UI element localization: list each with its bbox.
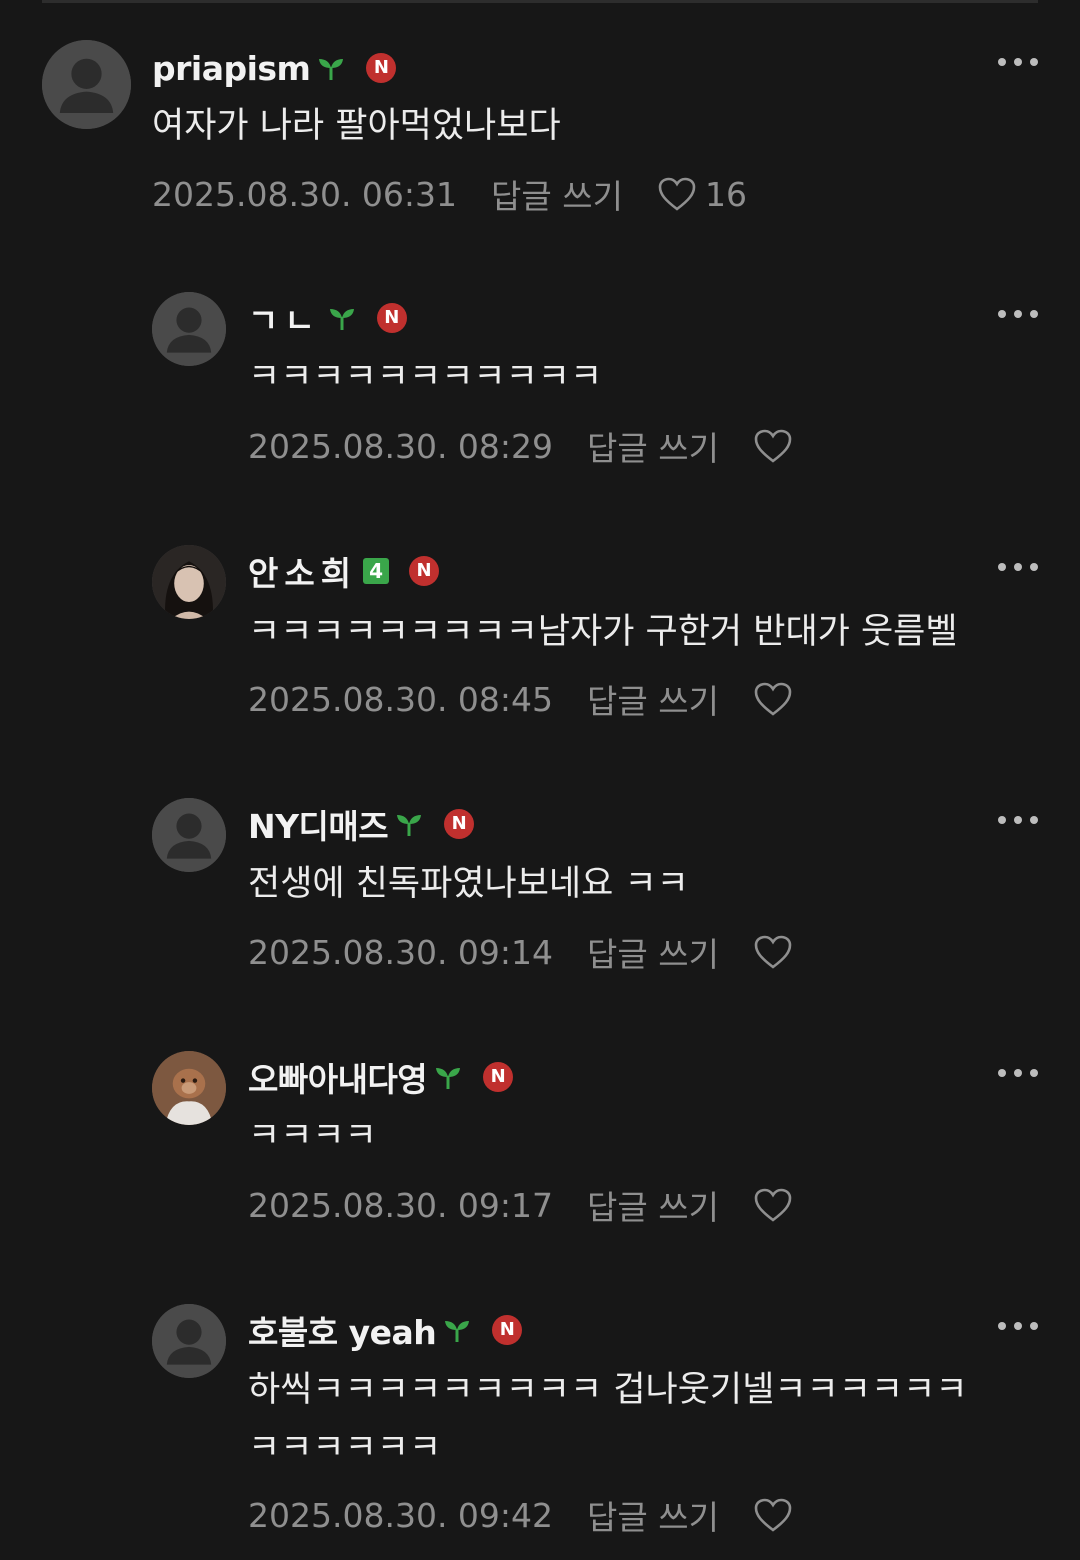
avatar[interactable] [152, 798, 226, 872]
more-options-icon[interactable] [998, 308, 1038, 320]
more-options-icon[interactable] [998, 1067, 1038, 1079]
sprout-icon [445, 1321, 470, 1342]
comment-text-line: 하씩ㅋㅋㅋㅋㅋㅋㅋㅋㅋ 겁나웃기넬ㅋㅋㅋㅋㅋㅋ [248, 1370, 968, 1410]
top-divider [42, 0, 1038, 3]
new-badge: N [492, 1315, 523, 1345]
more-options-icon[interactable] [998, 56, 1038, 68]
new-badge: N [366, 53, 397, 83]
avatar[interactable] [152, 1051, 226, 1125]
default-avatar-icon [152, 1304, 226, 1378]
new-badge: N [409, 556, 440, 586]
author-name[interactable]: 호불호 yeah [248, 1306, 437, 1354]
comment-header: 호불호 yeah N [248, 1306, 523, 1354]
default-avatar-icon [152, 798, 226, 872]
sprout-icon [319, 59, 344, 80]
timestamp: 2025.08.30. 06:31 [152, 174, 458, 214]
default-avatar-icon [42, 40, 131, 129]
like-button[interactable]: 16 [657, 175, 747, 214]
new-badge: N [376, 303, 407, 333]
timestamp: 2025.08.30. 08:45 [248, 679, 554, 719]
heart-icon [658, 177, 696, 211]
new-badge: N [444, 809, 475, 839]
comment-meta: 2025.08.30. 09:42 답글 쓰기 [248, 1493, 793, 1537]
more-options-icon[interactable] [998, 561, 1038, 573]
more-options-icon[interactable] [998, 814, 1038, 826]
like-button[interactable] [753, 428, 793, 464]
like-button[interactable] [753, 934, 793, 970]
avatar[interactable] [152, 292, 226, 366]
heart-icon [754, 935, 792, 969]
reply-button[interactable]: 답글 쓰기 [587, 422, 719, 470]
heart-icon [754, 1188, 792, 1222]
profile-photo-icon [152, 1051, 226, 1125]
author-name[interactable]: 오빠아내다영 [248, 1053, 428, 1101]
timestamp: 2025.08.30. 09:17 [248, 1185, 554, 1225]
comment-text: ㅋㅋㅋㅋ [248, 1107, 377, 1165]
profile-photo-icon [152, 545, 226, 619]
comment-meta: 2025.08.30. 09:14 답글 쓰기 [248, 930, 793, 974]
comment-text: 전생에 친독파였나보네요 ㅋㅋ [248, 855, 689, 913]
comment-header: ㄱㄴ N [248, 296, 407, 340]
comment-text-line: ㅋㅋㅋㅋㅋㅋ [248, 1428, 442, 1468]
comment-header: NY디매즈 N [248, 800, 475, 848]
comment-text-line: ㅋㅋㅋㅋㅋㅋㅋㅋㅋㅋㅋ [248, 357, 603, 397]
like-button[interactable] [753, 1187, 793, 1223]
timestamp: 2025.08.30. 08:29 [248, 426, 554, 466]
reply-button[interactable]: 답글 쓰기 [491, 170, 623, 218]
author-name[interactable]: ㄱㄴ [248, 294, 321, 342]
heart-icon [754, 429, 792, 463]
level-badge: 4 [363, 558, 390, 584]
more-options-icon[interactable] [998, 1320, 1038, 1332]
comment-meta: 2025.08.30. 08:45 답글 쓰기 [248, 677, 793, 721]
comment-header: 안소희 4 N [248, 547, 440, 595]
comment-meta: 2025.08.30. 06:31 답글 쓰기 16 [152, 170, 747, 218]
comment-text: 여자가 나라 팔아먹었나보다 [152, 97, 561, 155]
reply-button[interactable]: 답글 쓰기 [587, 675, 719, 723]
comment-text: 하씩ㅋㅋㅋㅋㅋㅋㅋㅋㅋ 겁나웃기넬ㅋㅋㅋㅋㅋㅋ ㅋㅋㅋㅋㅋㅋ [248, 1361, 968, 1477]
author-name[interactable]: NY디매즈 [248, 800, 389, 848]
new-badge: N [483, 1062, 514, 1092]
sprout-icon [436, 1068, 461, 1089]
comment-text: ㅋㅋㅋㅋㅋㅋㅋㅋㅋㅋㅋ [248, 348, 602, 406]
comment-header: 오빠아내다영 N [248, 1053, 514, 1101]
timestamp: 2025.08.30. 09:14 [248, 932, 554, 972]
reply-button[interactable]: 답글 쓰기 [587, 928, 719, 976]
reply-button[interactable]: 답글 쓰기 [587, 1491, 719, 1539]
comment-text-line: ㅋㅋㅋㅋ [248, 1116, 377, 1156]
avatar[interactable] [152, 1304, 226, 1378]
heart-icon [754, 1498, 792, 1532]
comment-text: ㅋㅋㅋㅋㅋㅋㅋㅋㅋ남자가 구한거 반대가 웃름벨 [248, 603, 958, 661]
like-button[interactable] [753, 1497, 793, 1533]
avatar[interactable] [42, 40, 131, 129]
comment-meta: 2025.08.30. 09:17 답글 쓰기 [248, 1183, 793, 1227]
heart-icon [754, 682, 792, 716]
timestamp: 2025.08.30. 09:42 [248, 1495, 554, 1535]
sprout-icon [397, 815, 422, 836]
author-name[interactable]: 안소희 [248, 547, 357, 595]
avatar[interactable] [152, 545, 226, 619]
default-avatar-icon [152, 292, 226, 366]
author-name[interactable]: priapism [152, 49, 311, 88]
comment-text-line: 전생에 친독파였나보네요 ㅋㅋ [248, 864, 689, 904]
sprout-icon [329, 309, 354, 330]
comment-meta: 2025.08.30. 08:29 답글 쓰기 [248, 424, 793, 468]
like-count: 16 [704, 174, 747, 214]
comment-header: priapism N [152, 46, 397, 90]
comment-text-line: ㅋㅋㅋㅋㅋㅋㅋㅋㅋ남자가 구한거 반대가 웃름벨 [248, 612, 958, 652]
like-button[interactable] [753, 681, 793, 717]
comment-text-line: 여자가 나라 팔아먹었나보다 [152, 106, 561, 146]
reply-button[interactable]: 답글 쓰기 [587, 1181, 719, 1229]
